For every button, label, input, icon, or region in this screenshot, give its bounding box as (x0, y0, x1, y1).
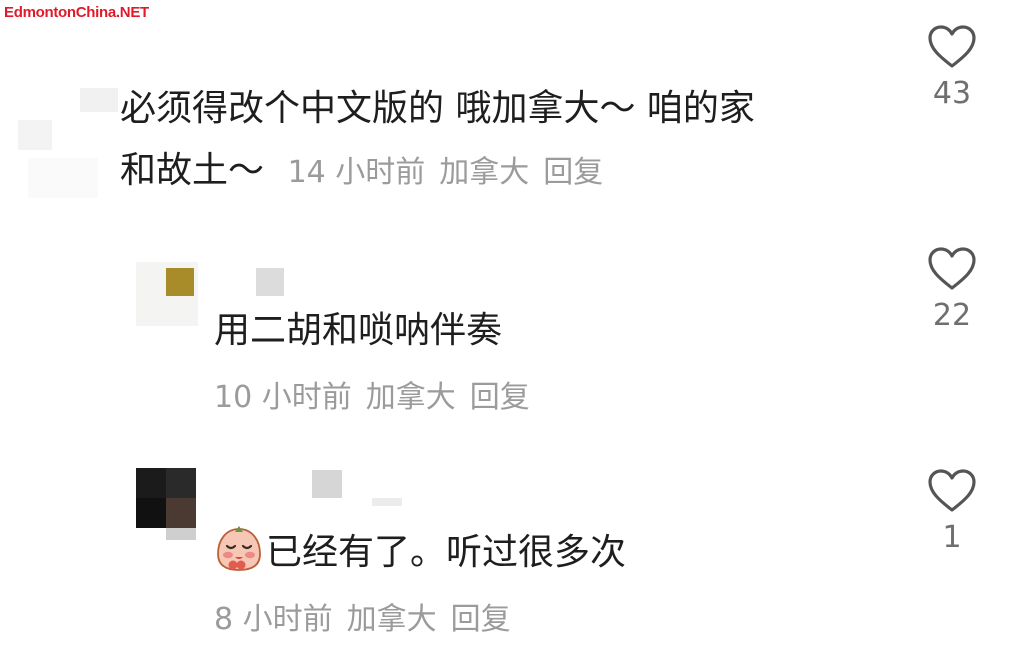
comment-text-body: 已经有了。听过很多次 (266, 532, 627, 573)
reply-button[interactable]: 回复 (470, 380, 530, 415)
comment-text-line-2-text: 和故土～ (120, 150, 265, 191)
comment-location: 加拿大 (365, 380, 456, 415)
comment-location: 加拿大 (346, 602, 437, 637)
comment-meta: 14 小时前 加拿大 回复 (278, 155, 604, 190)
reply-button[interactable]: 回复 (543, 155, 603, 190)
comment-time: 10 小时前 (214, 380, 352, 415)
comment-location: 加拿大 (439, 155, 530, 190)
avatar-blurred (18, 88, 118, 198)
like-control: 43 (912, 24, 992, 112)
comment-time: 8 小时前 (214, 602, 333, 637)
comment-meta: 10 小时前 加拿大 回复 (214, 378, 530, 418)
like-control: 22 (912, 246, 992, 334)
comment-thread-screenshot: EdmontonChina.NET 必须得改个中文版的 哦加拿大～ 咱的家 和故… (0, 0, 1016, 663)
comment-text-line-1: 必须得改个中文版的 哦加拿大～ 咱的家 (120, 88, 755, 129)
like-count: 1 (942, 520, 962, 555)
like-count: 22 (932, 298, 972, 333)
heart-outline-icon[interactable] (927, 246, 977, 292)
blushing-face-emoji (217, 526, 261, 571)
reply-button[interactable]: 回复 (451, 602, 511, 637)
comment-text-line-2: 和故土～ 14 小时前 加拿大 回复 (120, 140, 755, 204)
like-control: 1 (912, 468, 992, 556)
comment-text: 已经有了。听过很多次 (214, 522, 626, 584)
comment-time: 14 小时前 (287, 155, 426, 190)
like-count: 43 (932, 76, 972, 111)
heart-outline-icon[interactable] (927, 468, 977, 514)
watermark: EdmontonChina.NET (4, 4, 149, 21)
comment-text: 必须得改个中文版的 哦加拿大～ 咱的家 和故土～ 14 小时前 加拿大 回复 (120, 78, 755, 204)
heart-outline-icon[interactable] (927, 24, 977, 70)
comment-meta: 8 小时前 加拿大 回复 (214, 600, 511, 640)
comment-text: 用二胡和唢呐伴奏 (214, 310, 503, 351)
